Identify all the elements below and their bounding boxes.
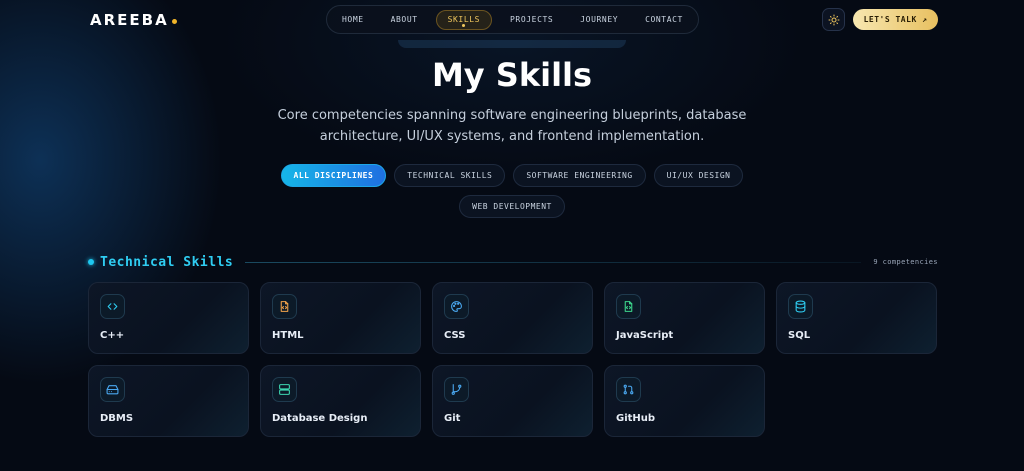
nav-projects[interactable]: PROJECTS — [501, 10, 562, 30]
file-code-icon — [616, 294, 641, 319]
page-subtitle: Core competencies spanning software engi… — [277, 108, 747, 144]
nav-skills[interactable]: SKILLS — [435, 9, 493, 30]
filter-software-engineering[interactable]: SOFTWARE ENGINEERING — [513, 164, 646, 187]
filter-row: ALL DISCIPLINES TECHNICAL SKILLS SOFTWAR… — [0, 164, 1024, 187]
skill-label: C++ — [100, 330, 125, 341]
skills-grid: C++ HTML CSS JavaScript SQL DBMS Databas… — [88, 282, 938, 437]
hard-drive-icon — [100, 377, 125, 402]
lets-talk-button[interactable]: LET'S TALK ↗ — [853, 9, 938, 30]
skill-card[interactable]: JavaScript — [604, 282, 765, 354]
nav-contact[interactable]: CONTACT — [636, 10, 692, 30]
skill-card[interactable]: DBMS — [88, 365, 249, 437]
skill-card[interactable]: CSS — [432, 282, 593, 354]
skill-card[interactable]: HTML — [260, 282, 421, 354]
main-nav: HOME ABOUT SKILLS PROJECTS JOURNEY CONTA… — [326, 5, 699, 34]
code-icon — [100, 294, 125, 319]
nav-home[interactable]: HOME — [333, 10, 373, 30]
filter-all-disciplines[interactable]: ALL DISCIPLINES — [280, 164, 387, 187]
skill-card[interactable]: C++ — [88, 282, 249, 354]
git-pull-request-icon — [616, 377, 641, 402]
filter-web-development[interactable]: WEB DEVELOPMENT — [459, 195, 565, 218]
skill-label: Database Design — [272, 413, 368, 424]
skill-label: SQL — [788, 330, 811, 341]
section-count: 9 competencies — [873, 258, 938, 266]
decorative-glow — [398, 40, 626, 48]
sun-icon — [828, 14, 840, 26]
nav-about[interactable]: ABOUT — [382, 10, 427, 30]
logo-dot — [171, 18, 177, 24]
skill-card[interactable]: Git — [432, 365, 593, 437]
page-title: My Skills — [431, 56, 593, 94]
skill-card[interactable]: Database Design — [260, 365, 421, 437]
theme-toggle-button[interactable] — [822, 8, 845, 31]
filter-ui-ux-design[interactable]: UI/UX DESIGN — [653, 164, 744, 187]
logo[interactable]: AREEBA — [90, 11, 177, 29]
skill-card[interactable]: SQL — [776, 282, 937, 354]
nav-journey[interactable]: JOURNEY — [571, 10, 627, 30]
logo-text: AREEBA — [90, 11, 169, 29]
skill-label: JavaScript — [616, 330, 674, 341]
file-code-icon — [272, 294, 297, 319]
section-dot — [88, 259, 94, 265]
skill-label: DBMS — [100, 413, 134, 424]
filter-row-2: WEB DEVELOPMENT — [0, 195, 1024, 218]
server-icon — [272, 377, 297, 402]
skill-card[interactable]: GitHub — [604, 365, 765, 437]
skill-label: HTML — [272, 330, 304, 341]
section-divider — [245, 261, 862, 263]
skill-label: GitHub — [616, 413, 656, 424]
skill-label: CSS — [444, 330, 466, 341]
git-branch-icon — [444, 377, 469, 402]
skill-label: Git — [444, 413, 461, 424]
database-icon — [788, 294, 813, 319]
palette-icon — [444, 294, 469, 319]
filter-technical-skills[interactable]: TECHNICAL SKILLS — [394, 164, 506, 187]
section-title: Technical Skills — [100, 254, 234, 270]
section-header: Technical Skills 9 competencies — [88, 253, 938, 271]
